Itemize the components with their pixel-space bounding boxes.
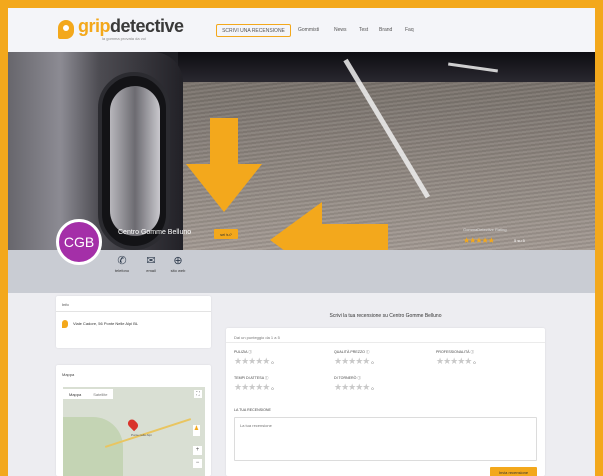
contact-website[interactable]: ⊕ sito web	[167, 254, 189, 273]
shop-name: Centro Gomme Belluno	[118, 229, 192, 236]
divider	[226, 342, 545, 343]
review-form: Dai un punteggio da 1 a 5 PULIZIA ⓘ ★★★★…	[226, 328, 545, 476]
stars[interactable]: ★★★★★	[334, 382, 370, 392]
stars[interactable]: ★★★★★	[234, 356, 270, 366]
info-card: Info Viale Cadore, 56 Ponte Nelle Alpi B…	[56, 296, 211, 348]
logo[interactable]: gripdetective	[78, 16, 184, 37]
location-pin-icon	[62, 320, 68, 328]
write-review-button[interactable]: SCRIVI UNA RECENSIONE	[216, 24, 291, 37]
star-rating-input[interactable]: ★★★★★ 0	[234, 382, 334, 394]
contact-email[interactable]: ✉ email	[140, 254, 162, 273]
zoom-in-button[interactable]: +	[193, 446, 202, 455]
pegman-icon[interactable]: ♟	[193, 425, 200, 436]
stars[interactable]: ★★★★★	[436, 356, 472, 366]
globe-icon: ⊕	[173, 255, 183, 267]
nav-gommisti[interactable]: Gommisti	[298, 27, 319, 33]
criterion-tornero: DI TORNERÒ ⓘ ★★★★★ 0	[334, 376, 434, 394]
criterion-score: 0	[473, 360, 476, 365]
contact-label: email	[146, 268, 156, 273]
fullscreen-icon[interactable]: ⛶	[194, 390, 202, 398]
map-marker-icon[interactable]	[126, 417, 140, 432]
rating-title: GommaDetective Rating	[463, 227, 507, 232]
hero-banner	[8, 52, 595, 250]
arrow-down-icon	[186, 118, 262, 212]
rating-value: 5 su 5	[514, 238, 525, 243]
address-text: Viale Cadore, 56 Ponte Nelle Alpi BL	[73, 321, 139, 326]
divider	[56, 311, 211, 312]
map-type-tabs: Mappa Satellite	[63, 389, 114, 399]
nav-test[interactable]: Test	[359, 27, 368, 33]
stars[interactable]: ★★★★★	[234, 382, 270, 392]
criterion-score: 0	[271, 386, 274, 391]
review-title: Scrivi la tua recensione su Centro Gomme…	[329, 313, 442, 319]
stars[interactable]: ★★★★★	[334, 356, 370, 366]
claim-badge[interactable]: sei tu?	[214, 229, 238, 239]
review-textarea[interactable]	[234, 417, 537, 461]
logo-main: detective	[110, 16, 184, 36]
page: gripdetective la gomma provata da voi SC…	[8, 8, 595, 476]
contact-label: telefono	[114, 268, 130, 273]
map-view[interactable]: Mappa Satellite ⛶ Ponte nelle Alpi ♟ + −	[63, 387, 205, 476]
nav-brand[interactable]: Brand	[379, 27, 392, 33]
contact-label: sito web	[170, 268, 186, 273]
criterion-professionalita: PROFESSIONALITÀ ⓘ ★★★★★ 0	[436, 350, 536, 368]
criterion-tempi-attesa: TEMPI DI ATTESA ⓘ ★★★★★ 0	[234, 376, 334, 394]
criterion-score: 0	[371, 360, 374, 365]
star-rating-input[interactable]: ★★★★★ 0	[436, 356, 536, 368]
criterion-qualita-prezzo: QUALITÀ PREZZO ⓘ ★★★★★ 0	[334, 350, 434, 368]
tab-map[interactable]: Mappa	[63, 389, 88, 399]
logo-tagline: la gomma provata da voi	[102, 36, 146, 41]
logo-icon[interactable]	[58, 20, 74, 39]
star-rating-input[interactable]: ★★★★★ 0	[234, 356, 334, 368]
contact-phone[interactable]: ✆ telefono	[111, 254, 133, 273]
star-rating-input[interactable]: ★★★★★ 0	[334, 382, 434, 394]
zoom-out-button[interactable]: −	[193, 459, 202, 468]
criterion-score: 0	[371, 386, 374, 391]
rating-stars: ★★★★★	[463, 236, 495, 245]
hero-rim	[110, 86, 160, 236]
info-heading: Info	[62, 302, 69, 307]
tab-satellite[interactable]: Satellite	[87, 389, 114, 399]
criterion-pulizia: PULIZIA ⓘ ★★★★★ 0	[234, 350, 334, 368]
map-town-label: Ponte nelle Alpi	[131, 433, 152, 437]
map-terrain	[63, 417, 123, 476]
email-icon: ✉	[146, 255, 156, 267]
criterion-score: 0	[271, 360, 274, 365]
map-heading: Mappa	[62, 372, 75, 377]
map-card: Mappa Mappa Satellite ⛶ Ponte nelle Alpi…	[56, 365, 211, 476]
top-navbar: gripdetective la gomma provata da voi SC…	[8, 8, 595, 52]
phone-icon: ✆	[117, 255, 127, 267]
submit-review-button[interactable]: Invia recensione	[490, 467, 537, 476]
arrow-left-icon	[270, 202, 388, 250]
logo-accent: grip	[78, 16, 111, 36]
review-text-label: LA TUA RECENSIONE	[234, 408, 271, 412]
nav-news[interactable]: News	[334, 27, 347, 33]
avatar: CGB	[56, 219, 102, 265]
star-rating-input[interactable]: ★★★★★ 0	[334, 356, 434, 368]
nav-faq[interactable]: Faq	[405, 27, 414, 33]
review-help-text: Dai un punteggio da 1 a 5	[234, 335, 280, 340]
